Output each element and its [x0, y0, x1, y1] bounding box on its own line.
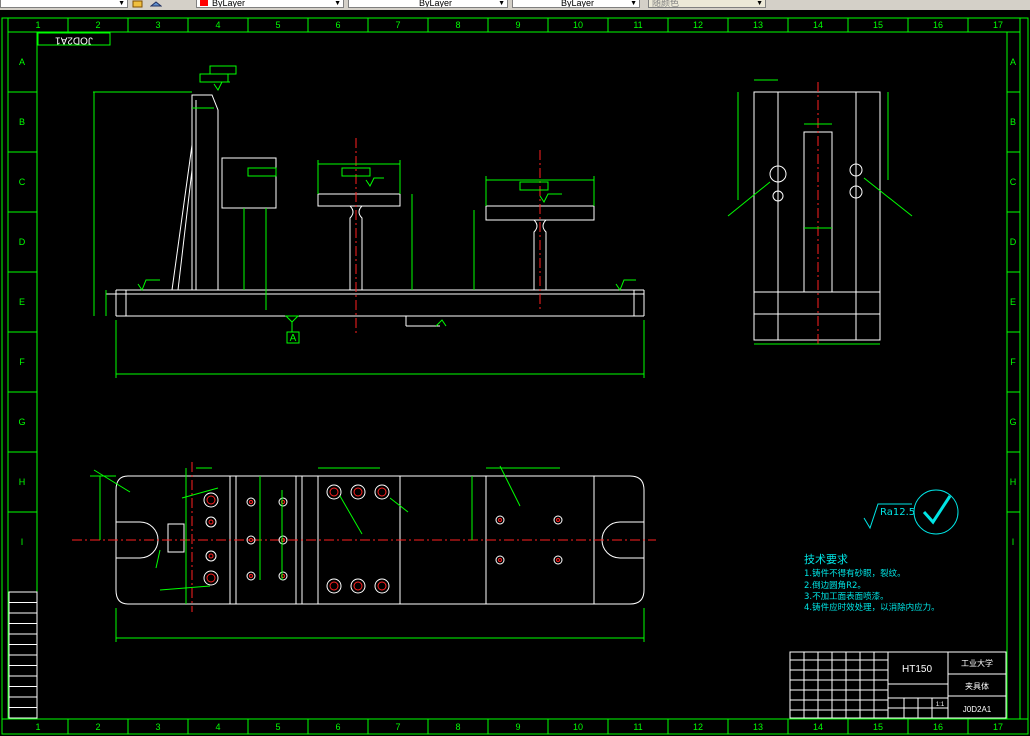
zone-column-label: 16	[933, 20, 943, 30]
tech-req-item: 3.不加工面表面喷漆。	[804, 591, 889, 602]
zone-column-label: 5	[275, 20, 280, 30]
zone-row-label: F	[1010, 357, 1016, 367]
zone-column-label: 10	[573, 20, 583, 30]
color-swatch-icon	[200, 0, 208, 6]
zone-column-label: 14	[813, 722, 823, 732]
datum-label: A	[290, 333, 297, 344]
scale-label: 1:1	[936, 702, 945, 708]
zone-row-label: B	[1010, 117, 1016, 127]
zone-column-label: 6	[335, 722, 340, 732]
zone-column-label: 13	[753, 20, 763, 30]
zone-row-label: D	[19, 237, 26, 247]
zone-column-label: 17	[993, 20, 1003, 30]
zone-row-label: C	[1010, 177, 1017, 187]
zone-column-label: 16	[933, 722, 943, 732]
tech-req-item: 2.倒边圆角R2。	[804, 580, 866, 591]
zone-column-label: 1	[35, 722, 40, 732]
zone-column-label: 9	[515, 20, 520, 30]
zone-row-label: G	[18, 417, 25, 427]
zone-column-label: 8	[455, 722, 460, 732]
zone-row-label: F	[19, 357, 25, 367]
left-margin-blocks	[8, 591, 38, 719]
zone-columns-bottom: 1 2 3 4 5 6 7 8 9 10 11 12 13 14 15 16 17	[35, 722, 1003, 732]
zone-column-label: 6	[335, 20, 340, 30]
drawing-canvas[interactable]: 1 2 3 4 5 6 7 8 9 10 11 12 13 14 15 16 17 1 2 3 4 5 6 7 8 9 10 11 1…	[0, 10, 1030, 736]
company-label: 工业大学	[961, 658, 993, 668]
title-block: HT150 工业大学 夹具体 J0D2A1 1:1	[789, 651, 1007, 719]
zone-column-label: 15	[873, 722, 883, 732]
zone-column-label: 1	[35, 20, 40, 30]
zone-column-label: 2	[95, 20, 100, 30]
layer-state-icon[interactable]	[132, 0, 144, 8]
zone-column-label: 11	[633, 20, 642, 30]
zone-column-label: 8	[455, 20, 460, 30]
tech-requirements: 技术要求 1.铸件不得有砂眼，裂纹。 2.倒边圆角R2。 3.不加工面表面喷漆。…	[804, 553, 940, 613]
zone-column-label: 10	[573, 722, 583, 732]
zone-column-label: 4	[215, 20, 220, 30]
layer-previous-icon[interactable]	[150, 0, 162, 8]
color-control[interactable]: ByLayer ▼	[196, 0, 344, 8]
part-name-label: 夹具体	[965, 681, 989, 691]
zone-row-label: G	[1009, 417, 1016, 427]
zone-column-label: 7	[395, 20, 400, 30]
zone-row-label: H	[19, 477, 26, 487]
tech-req-item: 1.铸件不得有砂眼，裂纹。	[804, 568, 906, 579]
zone-column-label: 7	[395, 722, 400, 732]
zone-rows: A A B B C C D D E E F F G G H H I I	[18, 57, 1016, 547]
zone-row-label: I	[1012, 537, 1015, 547]
zone-column-label: 5	[275, 722, 280, 732]
zone-row-label: A	[19, 57, 25, 67]
zone-column-label: 17	[993, 722, 1003, 732]
zone-column-label: 15	[873, 20, 883, 30]
zone-column-label: 3	[155, 722, 160, 732]
zone-column-label: 2	[95, 722, 100, 732]
toolbar-left-dropdown[interactable]: ▼	[0, 0, 128, 8]
zone-column-label: 11	[633, 722, 642, 732]
outer-border	[1, 17, 1029, 735]
zone-row-label: E	[19, 297, 25, 307]
zone-row-label: E	[1010, 297, 1016, 307]
zone-row-label: D	[1010, 237, 1017, 247]
roughness-symbol: Ra12.5	[880, 507, 915, 518]
material-label: HT150	[902, 664, 932, 675]
code-box-text: JOD2A1	[55, 34, 93, 45]
front-view: A	[93, 65, 645, 378]
drawing-number-label: J0D2A1	[963, 705, 992, 714]
zone-columns-top: 1 2 3 4 5 6 7 8 9 10 11 12 13 14 15 16 17	[35, 20, 1003, 30]
roughness-note: Ra12.5	[863, 489, 959, 535]
linetype-control[interactable]: ByLayer ▼	[348, 0, 508, 8]
zone-column-label: 14	[813, 20, 823, 30]
tech-req-item: 4.铸件应时效处理，以消除内应力。	[804, 602, 940, 613]
side-view	[727, 79, 913, 345]
zone-row-label: I	[21, 537, 24, 547]
toolbar: ▼ ByLayer ▼ ByLayer ▼ ByLayer ▼ 随颜色 ▼	[0, 0, 1030, 10]
zone-ticks	[8, 18, 1020, 734]
zone-row-label: H	[1010, 477, 1017, 487]
zone-column-label: 4	[215, 722, 220, 732]
top-view	[72, 462, 656, 642]
zone-column-label: 12	[693, 722, 703, 732]
tech-req-title: 技术要求	[804, 553, 848, 566]
plotstyle-control[interactable]: 随颜色 ▼	[648, 0, 766, 8]
zone-row-label: C	[19, 177, 26, 187]
zone-row-label: A	[1010, 57, 1016, 67]
zone-column-label: 3	[155, 20, 160, 30]
zone-column-label: 12	[693, 20, 703, 30]
zone-row-label: B	[19, 117, 25, 127]
inner-border	[7, 17, 1021, 720]
zone-column-label: 13	[753, 722, 763, 732]
zone-column-label: 9	[515, 722, 520, 732]
lineweight-control[interactable]: ByLayer ▼	[512, 0, 640, 8]
